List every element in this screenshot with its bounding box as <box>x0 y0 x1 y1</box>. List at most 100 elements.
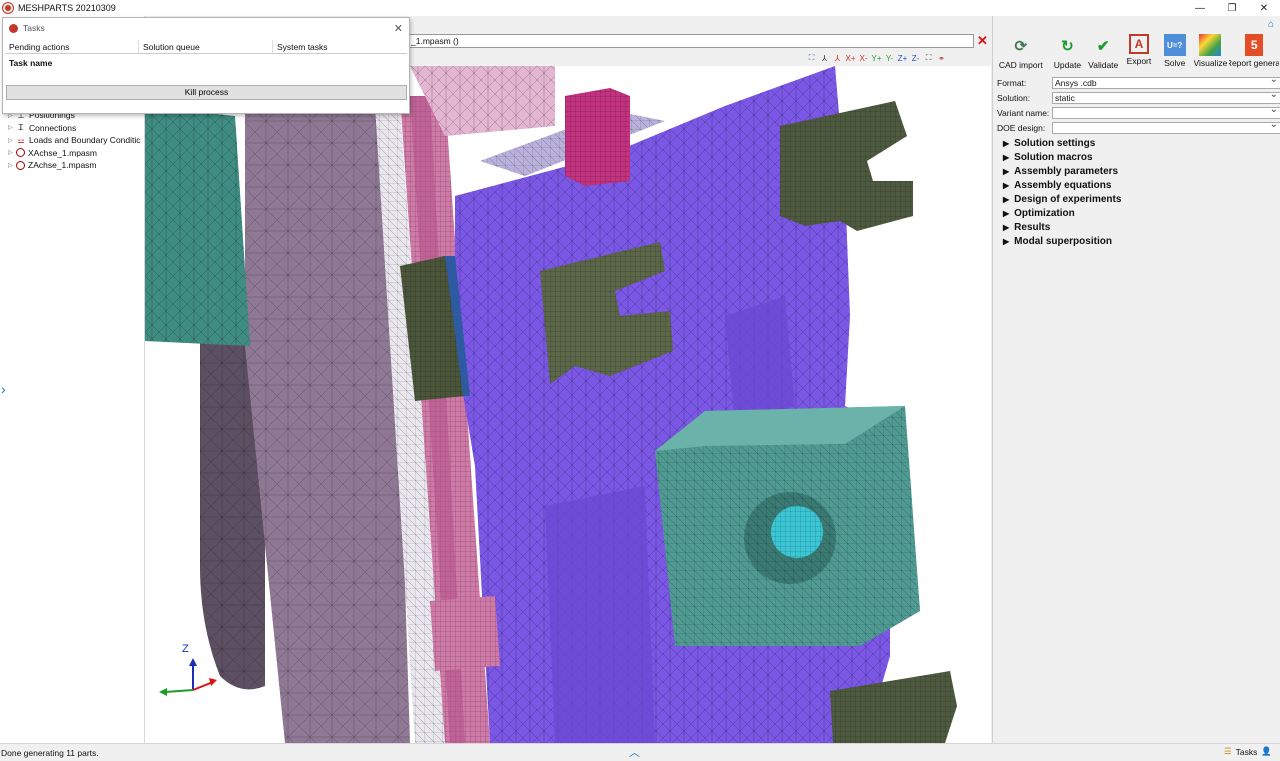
variant-select[interactable] <box>1052 104 1280 119</box>
axis-triad-icon[interactable]: ⅄ <box>819 54 830 63</box>
close-icon[interactable]: ✕ <box>1248 0 1280 16</box>
tasks-list-icon: ☰ <box>1224 746 1232 756</box>
tasks-close-icon[interactable]: ✕ <box>394 22 403 35</box>
minimize-icon[interactable]: — <box>1184 0 1216 16</box>
kill-process-button[interactable]: Kill process <box>6 85 407 100</box>
tasks-title: Tasks <box>23 23 45 33</box>
user-icon[interactable]: 👤 <box>1261 746 1272 757</box>
solution-sections: ▶ Solution settings ▶ Solution macros ▶ Ass… <box>1003 136 1121 248</box>
tasks-logo-icon <box>9 23 18 33</box>
tree-expander-icon[interactable]: ▷ <box>8 162 16 169</box>
update-icon: ↻ <box>1061 38 1074 55</box>
tree-item-xachse[interactable]: ▷ XAchse_1.mpasm <box>8 147 141 160</box>
expand-up-chevron-icon[interactable]: ︿ <box>629 744 640 760</box>
restore-icon[interactable]: ❐ <box>1216 0 1248 16</box>
expand-arrow-icon: ▶ <box>1003 194 1010 204</box>
tree-expander-icon[interactable]: ▷ <box>8 137 16 144</box>
format-select[interactable]: Ansys .cdb <box>1052 74 1280 89</box>
section-design-of-experiments[interactable]: ▶ Design of experiments <box>1003 192 1121 206</box>
axis-triad-alt-icon[interactable]: ⅄ <box>832 54 843 63</box>
connection-icon: Ꮖ <box>18 122 24 132</box>
tree-item-label: Loads and Boundary Conditic <box>29 135 141 146</box>
visualize-icon <box>1199 34 1222 56</box>
close-path-icon[interactable]: ✕ <box>977 33 988 49</box>
tab-pending-actions[interactable]: Pending actions <box>5 40 139 53</box>
window-title: MESHPARTS 20210309 <box>18 3 116 13</box>
status-bar: Done generating 11 parts. ︿ ☰ Tasks 👤 <box>0 743 1280 761</box>
section-assembly-equations[interactable]: ▶ Assembly equations <box>1003 178 1121 192</box>
variant-row: Variant name: <box>997 104 1280 120</box>
mesh-render[interactable]: Z <box>145 66 991 743</box>
solution-row: Solution: static <box>997 89 1280 105</box>
section-modal-superposition[interactable]: ▶ Modal superposition <box>1003 234 1121 248</box>
tab-solution-queue[interactable]: Solution queue <box>139 40 273 53</box>
z-axis-label: Z <box>182 643 189 655</box>
tree-expander-icon[interactable]: ▷ <box>8 149 16 156</box>
tree-item-label: XAchse_1.mpasm <box>28 147 97 158</box>
section-assembly-parameters[interactable]: ▶ Assembly parameters <box>1003 164 1121 178</box>
3d-viewport[interactable]: Z <box>145 66 991 743</box>
home-icon[interactable]: ⌂ <box>1268 19 1274 30</box>
view-y-minus-button[interactable]: Y- <box>884 54 895 63</box>
tree-expander-icon[interactable]: ▷ <box>8 124 16 131</box>
expand-arrow-icon: ▶ <box>1003 166 1010 176</box>
section-optimization[interactable]: ▶ Optimization <box>1003 206 1121 220</box>
view-toolbar: ⛶ ⅄ ⅄ X+ X- Y+ Y- Z+ Z- ⛶ ⚭ <box>806 51 947 65</box>
solution-select[interactable]: static <box>1052 89 1280 104</box>
tree-item-connections[interactable]: ▷ Ꮖ Connections <box>8 122 141 135</box>
tree-item-zachse[interactable]: ▷ ZAchse_1.mpasm <box>8 159 141 172</box>
variant-label: Variant name: <box>997 107 1050 118</box>
section-solution-settings[interactable]: ▶ Solution settings <box>1003 136 1121 150</box>
model-tree: ▷ ⊥ Positionings ▷ Ꮖ Connections ▷ ⚍ Loa… <box>8 109 141 172</box>
task-name-column-header[interactable]: Task name <box>9 58 52 68</box>
view-y-plus-button[interactable]: Y+ <box>871 54 882 63</box>
expand-arrow-icon: ▶ <box>1003 138 1010 148</box>
view-x-plus-button[interactable]: X+ <box>845 54 856 63</box>
doe-row: DOE design: <box>997 119 1280 135</box>
fit-all-icon[interactable]: ⛶ <box>923 53 934 63</box>
solution-label: Solution: <box>997 92 1031 103</box>
assembly-path-field[interactable]: _1.mpasm () <box>408 34 974 48</box>
assembly-icon <box>16 160 25 170</box>
tasks-tabs: Pending actions Solution queue System ta… <box>5 40 407 54</box>
tree-item-label: ZAchse_1.mpasm <box>28 160 97 171</box>
link-view-icon[interactable]: ⚭ <box>936 54 947 63</box>
meshparts-logo-icon <box>3 3 13 13</box>
expand-arrow-icon: ▶ <box>1003 236 1010 246</box>
validate-icon: ✔ <box>1096 38 1110 55</box>
app-window: MESHPARTS 20210309 — ❐ ✕ ▷ ⊥ Positioning… <box>0 0 1280 761</box>
solution-form: Format: Ansys .cdb Solution: static Vari… <box>997 74 1280 135</box>
expand-arrow-icon: ▶ <box>1003 222 1010 232</box>
tab-system-tasks[interactable]: System tasks <box>273 40 407 53</box>
section-results[interactable]: ▶ Results <box>1003 220 1121 234</box>
expand-arrow-icon: ▶ <box>1003 180 1010 190</box>
format-row: Format: Ansys .cdb <box>997 74 1280 90</box>
loads-icon: ⚍ <box>17 135 25 145</box>
view-z-plus-button[interactable]: Z+ <box>897 54 908 63</box>
zoom-box-icon[interactable]: ⛶ <box>806 53 817 63</box>
view-x-minus-button[interactable]: X- <box>858 54 869 63</box>
section-solution-macros[interactable]: ▶ Solution macros <box>1003 150 1121 164</box>
status-tasks[interactable]: ☰ Tasks 👤 <box>1224 746 1272 757</box>
expand-arrow-icon: ▶ <box>1003 152 1010 162</box>
doe-select[interactable] <box>1052 119 1280 134</box>
solution-panel: ⌂ ⟳ CAD import ↻ Update ✔ Validate A Exp… <box>992 16 1280 743</box>
tasks-status-label: Tasks <box>1235 746 1258 757</box>
tasks-titlebar: Tasks <box>3 18 409 38</box>
format-label: Format: <box>997 77 1027 88</box>
model-tree-panel: ▷ ⊥ Positionings ▷ Ꮖ Connections ▷ ⚍ Loa… <box>0 16 145 743</box>
status-message: Done generating 11 parts. <box>1 747 99 758</box>
doe-label: DOE design: <box>997 122 1046 133</box>
tree-item-loads[interactable]: ▷ ⚍ Loads and Boundary Conditic <box>8 134 141 147</box>
tree-item-label: Connections <box>29 122 77 133</box>
report-icon: 5 <box>1245 34 1264 56</box>
export-icon: A <box>1128 34 1149 54</box>
solve-icon: U=? <box>1163 34 1186 56</box>
assembly-icon <box>16 148 25 158</box>
view-z-minus-button[interactable]: Z- <box>910 54 921 63</box>
window-controls: — ❐ ✕ <box>1184 0 1280 16</box>
cad-import-icon: ⟳ <box>1014 38 1028 55</box>
axis-triad: Z <box>159 643 217 696</box>
panel-collapse-chevron-icon[interactable]: › <box>1 381 6 397</box>
expand-arrow-icon: ▶ <box>1003 208 1010 218</box>
